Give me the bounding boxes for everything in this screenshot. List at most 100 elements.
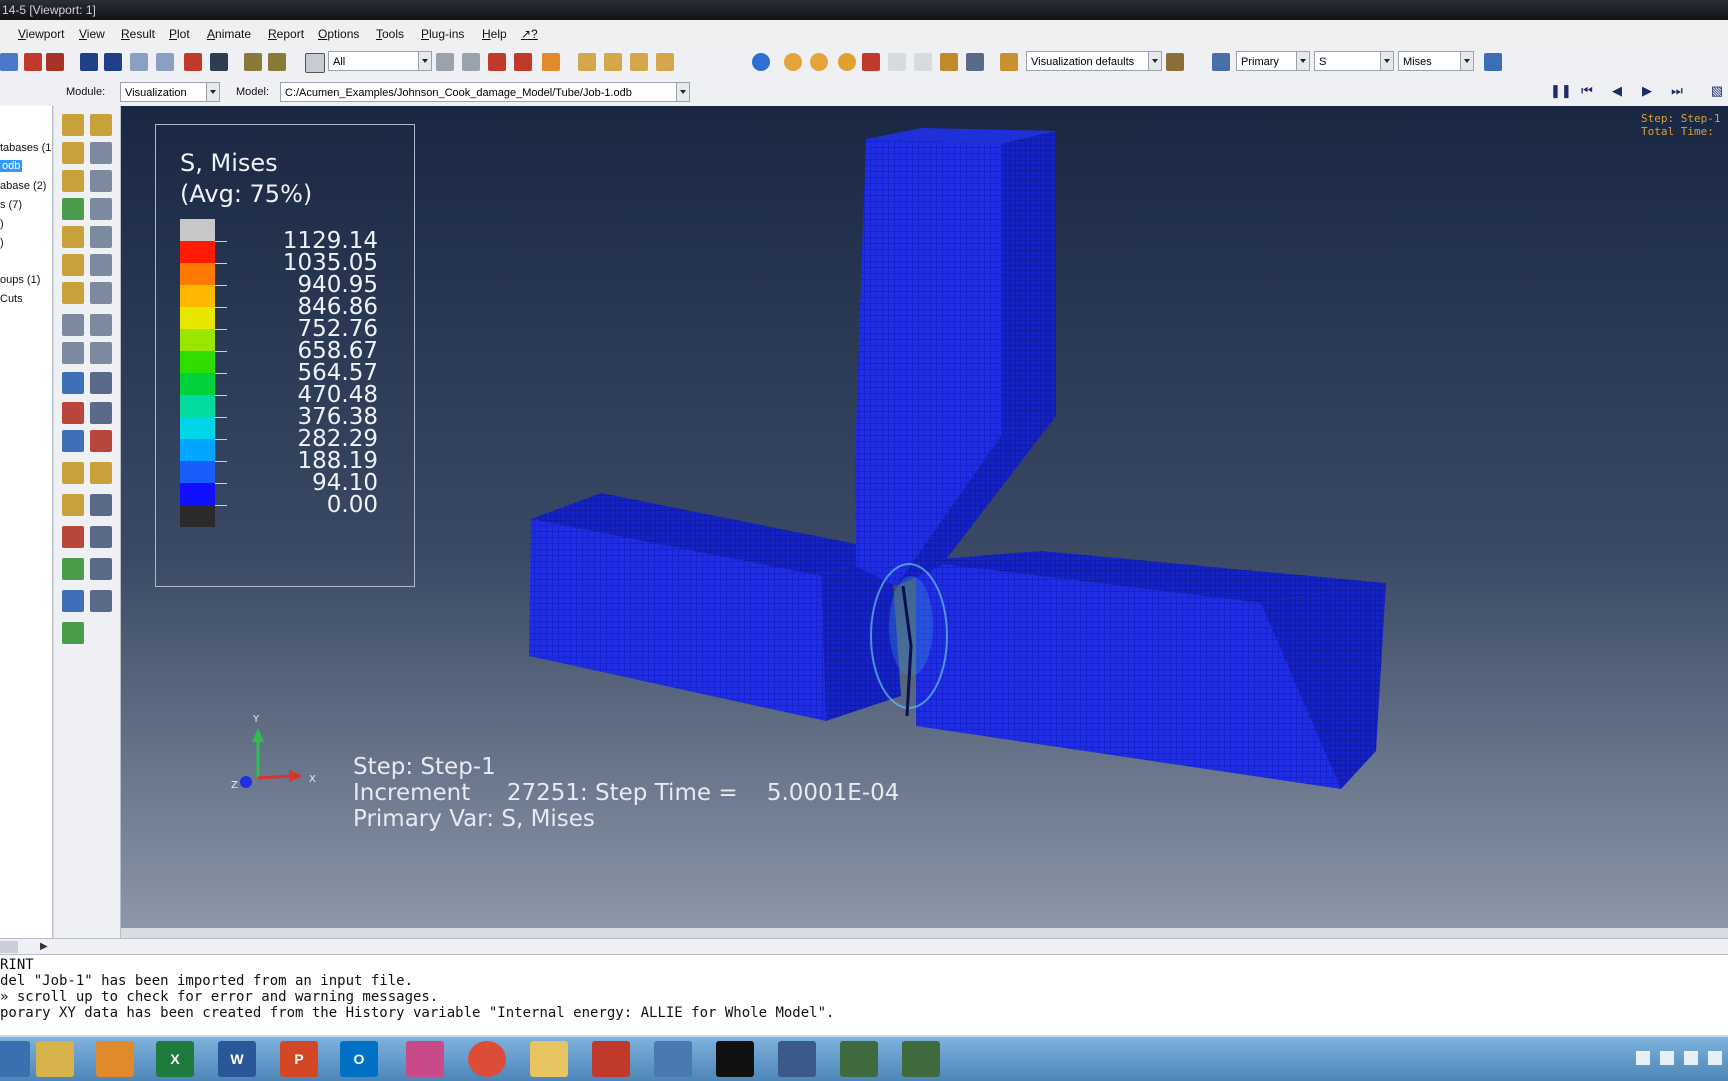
shape-select-icon[interactable] [462, 53, 480, 71]
first-frame-icon[interactable]: ⏮ [1580, 84, 1594, 98]
xy-plot-icon[interactable] [90, 314, 112, 336]
message-area[interactable]: RINT del "Job-1" has been imported from … [0, 954, 1728, 1035]
view-style-select[interactable]: Visualization defaults [1026, 51, 1162, 71]
overlay-manager-icon[interactable] [90, 558, 112, 580]
model-select[interactable]: C:/Acumen_Examples/Johnson_Cook_damage_M… [280, 82, 690, 102]
chevron-down-icon[interactable] [676, 83, 689, 101]
xy-options-icon[interactable] [90, 342, 112, 364]
calculator-icon[interactable] [62, 622, 84, 644]
menu-viewport[interactable]: Viewport [18, 27, 64, 41]
tray-network-icon[interactable] [1684, 1051, 1698, 1065]
animate-scale-icon[interactable] [62, 282, 84, 304]
outlook-icon[interactable]: O [340, 1041, 378, 1077]
sync-options-icon[interactable] [1484, 53, 1502, 71]
tree-item-cuts[interactable]: Cuts [0, 293, 23, 305]
view-cut-icon[interactable] [62, 462, 84, 484]
lighting-icon[interactable] [838, 53, 856, 71]
output-component-select[interactable]: Mises [1398, 51, 1474, 71]
view-iso-icon[interactable] [578, 53, 596, 71]
info-icon[interactable] [752, 53, 770, 71]
menu-tools[interactable]: Tools [376, 27, 404, 41]
viewport[interactable]: Y X Z S, Mises (Avg: 75%) 1129.14 1035.05… [121, 106, 1728, 928]
xy-manager-icon[interactable] [62, 342, 84, 364]
module-select[interactable]: Visualization [120, 82, 220, 102]
previous-frame-icon[interactable]: ◀ [1610, 84, 1624, 98]
snipping-icon[interactable] [406, 1041, 444, 1077]
folder-icon[interactable] [530, 1041, 568, 1077]
create-path-icon[interactable] [62, 372, 84, 394]
superimpose-options-icon[interactable] [90, 142, 112, 164]
common-options-icon[interactable] [62, 142, 84, 164]
tree-item-b[interactable]: ) [0, 237, 4, 249]
network-icon[interactable] [778, 1041, 816, 1077]
chevron-down-icon[interactable] [206, 83, 219, 101]
open-icon[interactable] [46, 53, 64, 71]
tree-item-odb[interactable]: odb [0, 160, 23, 172]
scroll-right-icon[interactable]: ▶ [40, 941, 48, 952]
toggle-icon[interactable] [244, 53, 262, 71]
pan-icon[interactable] [80, 53, 98, 71]
pane-scrollbar[interactable]: ▶ [0, 938, 1728, 955]
menu-result[interactable]: Result [121, 27, 155, 41]
orientation-options-icon[interactable] [90, 226, 112, 248]
stream-icon[interactable] [62, 430, 84, 452]
view-front-icon[interactable] [604, 53, 622, 71]
menu-context-help[interactable]: ↗? [521, 27, 538, 41]
path-manager-icon[interactable] [90, 372, 112, 394]
word-icon[interactable]: W [218, 1041, 256, 1077]
explorer-icon[interactable] [36, 1041, 74, 1077]
excel-icon[interactable]: X [156, 1041, 194, 1077]
abaqus-icon[interactable] [840, 1041, 878, 1077]
probe-icon[interactable] [862, 53, 880, 71]
menu-help[interactable]: Help [482, 27, 507, 41]
zoom-box-icon[interactable] [156, 53, 174, 71]
chevron-down-icon[interactable] [1460, 52, 1473, 70]
movie-options-icon[interactable]: ▧ [1710, 84, 1724, 98]
tree-item-groups[interactable]: oups (1) [0, 274, 40, 286]
view-cut-manager-icon[interactable] [90, 462, 112, 484]
contour-plot-icon[interactable] [62, 170, 84, 192]
report-manager-icon[interactable] [90, 402, 112, 424]
cmd-icon[interactable] [716, 1041, 754, 1077]
pause-icon[interactable]: ❚❚ [1550, 84, 1572, 98]
xy-data-icon[interactable] [90, 430, 112, 452]
tray-flag-icon[interactable] [1636, 1051, 1650, 1065]
tree-item-a[interactable]: ) [0, 218, 4, 230]
free-body-icon[interactable] [62, 526, 84, 548]
plot-deformed-icon[interactable] [90, 114, 112, 136]
cycle-views-icon[interactable] [210, 53, 228, 71]
auto-fit-icon[interactable] [184, 53, 202, 71]
drag-select-icon[interactable] [436, 53, 454, 71]
save-icon[interactable] [24, 53, 42, 71]
menu-options[interactable]: Options [318, 27, 359, 41]
animate-time-icon[interactable] [90, 282, 112, 304]
select-cursor-icon[interactable] [305, 53, 325, 73]
tray-volume-icon[interactable] [1708, 1051, 1722, 1065]
overlay-icon[interactable] [810, 53, 828, 71]
tray-battery-icon[interactable] [1660, 1051, 1674, 1065]
report-field-icon[interactable] [62, 402, 84, 424]
menu-report[interactable]: Report [268, 27, 304, 41]
scroll-thumb[interactable] [0, 941, 18, 953]
query-icon[interactable] [62, 590, 84, 612]
display-group-icon[interactable] [62, 494, 84, 516]
contour-legend[interactable]: S, Mises (Avg: 75%) 1129.14 1035.05 940.95… [155, 124, 415, 587]
next-frame-icon[interactable]: ▶ [1640, 84, 1654, 98]
free-body-manager-icon[interactable] [90, 526, 112, 548]
field-output-icon[interactable] [1212, 53, 1230, 71]
selection-filter-select[interactable]: All [328, 51, 432, 71]
chrome-icon[interactable] [468, 1041, 506, 1077]
menu-plugins[interactable]: Plug-ins [421, 27, 464, 41]
powerpoint-icon[interactable]: P [280, 1041, 318, 1077]
last-frame-icon[interactable]: ⏭ [1670, 84, 1684, 98]
query-tools-icon[interactable] [268, 53, 286, 71]
menu-view[interactable]: View [79, 27, 105, 41]
start-icon[interactable] [0, 1041, 30, 1077]
output-type-select[interactable]: Primary [1236, 51, 1310, 71]
chevron-down-icon[interactable] [1148, 52, 1161, 70]
undo-view-icon[interactable] [888, 53, 906, 71]
query-manager-icon[interactable] [90, 590, 112, 612]
symbol-plot-icon[interactable] [62, 198, 84, 220]
render-style-icon[interactable] [542, 53, 560, 71]
superimpose-icon[interactable] [784, 53, 802, 71]
